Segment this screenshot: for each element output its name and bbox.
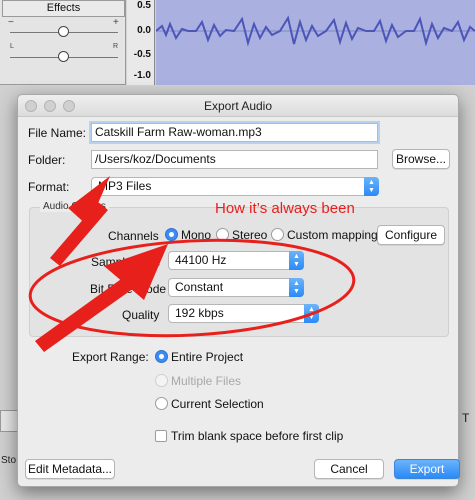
chevron-updown-icon: ▲ ▼ [289,278,304,297]
cancel-button[interactable]: Cancel [314,459,384,479]
radio-current-selection[interactable] [155,397,168,410]
ruler-tick: 0.0 [137,25,151,36]
file-name-label: File Name: [28,126,87,140]
pan-left-label: L [10,43,14,50]
channels-label: Channels [108,229,159,243]
bit-rate-mode-value: Constant [175,280,224,294]
gain-minus-label: − [8,17,14,28]
chevron-updown-icon: ▲ ▼ [289,251,304,270]
pan-right-label: R [113,43,119,50]
export-button[interactable]: Export [394,459,460,479]
pan-slider-thumb[interactable] [58,51,69,62]
entire-project-label: Entire Project [171,350,244,364]
ruler-tick: -0.5 [133,49,151,60]
vertical-ruler: 0.5 0.0 -0.5 -1.0 [127,0,155,85]
browse-button[interactable]: Browse... [392,149,450,169]
radio-custom-mapping[interactable] [271,228,284,241]
current-selection-label: Current Selection [171,397,264,411]
sample-rate-value: 44100 Hz [175,253,227,267]
radio-stereo[interactable] [216,228,229,241]
export-audio-dialog: Export Audio File Name: Catskill Farm Ra… [17,94,460,487]
export-range-label: Export Range: [72,350,149,364]
ruler-tick: -1.0 [133,70,151,81]
configure-button[interactable]: Configure [377,225,445,245]
radio-entire-project[interactable] [155,350,168,363]
audio-options-title: Audio Options [40,201,109,212]
dialog-title: Export Audio [203,99,273,113]
radio-multiple-files[interactable] [155,374,168,387]
format-select[interactable]: MP3 Files ▲ ▼ [91,177,379,196]
quality-label: Quality [122,308,160,322]
custom-mapping-label: Custom mapping [287,228,378,242]
edit-metadata-button[interactable]: Edit Metadata... [25,459,115,479]
partial-status-text: Sto [1,455,17,466]
partial-toolbar-text: T [462,411,470,425]
quality-value: 192 kbps [175,306,224,320]
waveform-view[interactable] [155,0,475,85]
folder-field[interactable]: /Users/koz/Documents [91,150,378,169]
gain-plus-label: + [113,17,119,28]
mono-label: Mono [181,228,212,242]
sample-rate-select[interactable]: 44100 Hz ▲ ▼ [168,251,304,270]
ruler-tick: 0.5 [137,0,151,11]
file-name-field[interactable]: Catskill Farm Raw-woman.mp3 [91,123,378,142]
sample-rate-label: Sample Rate [91,255,161,269]
format-select-value: MP3 Files [98,179,152,193]
chevron-updown-icon: ▲ ▼ [364,177,379,196]
radio-mono[interactable] [165,228,178,241]
bit-rate-mode-select[interactable]: Constant ▲ ▼ [168,278,304,297]
minimize-window-button[interactable] [44,100,56,112]
trim-label: Trim blank space before first clip [171,429,344,443]
format-label: Format: [28,180,70,194]
zoom-window-button[interactable] [63,100,75,112]
trim-checkbox[interactable] [155,430,167,442]
multiple-files-label: Multiple Files [171,374,242,388]
waveform-graphic [155,15,475,47]
track-title-button[interactable]: Effects [2,0,125,17]
folder-label: Folder: [28,153,66,167]
chevron-updown-icon: ▲ ▼ [304,304,319,323]
dialog-titlebar: Export Audio [18,95,458,117]
quality-select[interactable]: 192 kbps ▲ ▼ [168,304,319,323]
close-window-button[interactable] [25,100,37,112]
stereo-label: Stereo [232,228,268,242]
gain-slider-thumb[interactable] [58,26,69,37]
bit-rate-mode-label: Bit Rate Mode [90,282,167,296]
track-control-panel: Effects − + L R [0,0,126,85]
